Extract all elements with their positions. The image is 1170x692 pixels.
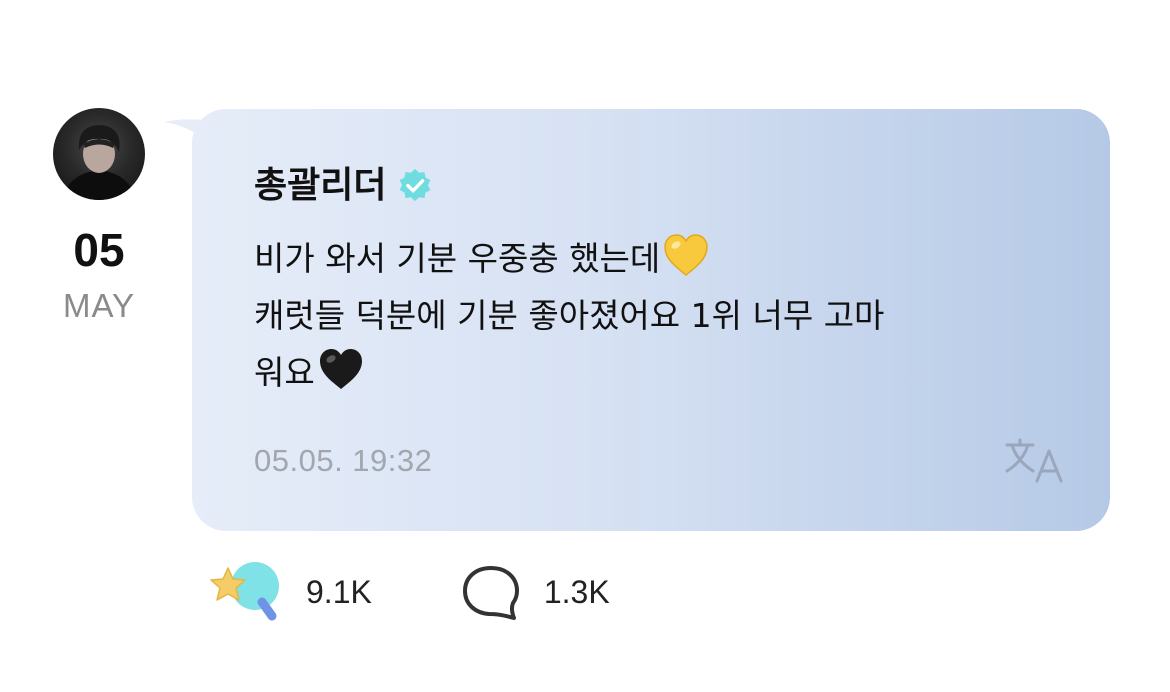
- reaction-bar: 9.1K 1.3K: [206, 560, 610, 624]
- message-line-3-text: 워요: [254, 353, 315, 392]
- avatar[interactable]: [53, 108, 145, 200]
- message-text: 비가 와서 기분 우중충 했는데 캐럿들 덕분에 기분 좋아졌어요 1위 너무 …: [254, 230, 1054, 401]
- author-row: 총괄리더: [254, 164, 434, 208]
- message-line-3: 워요: [254, 344, 1054, 401]
- post-date-month: MAY: [62, 287, 136, 324]
- black-heart-icon: [319, 349, 362, 389]
- yellow-heart-icon: [664, 234, 709, 276]
- comment-button[interactable]: 1.3K: [460, 563, 610, 621]
- like-count: 9.1K: [306, 573, 372, 610]
- like-button[interactable]: 9.1K: [206, 560, 372, 624]
- post-timestamp: 05.05. 19:32: [254, 443, 433, 478]
- message-line-1-text: 비가 와서 기분 우중충 했는데: [254, 239, 661, 278]
- post-date-day: 05: [73, 224, 125, 276]
- message-line-1: 비가 와서 기분 우중충 했는데: [254, 230, 1054, 287]
- verified-badge-icon: [400, 168, 431, 202]
- author-name[interactable]: 총괄리더: [254, 164, 386, 208]
- comment-count: 1.3K: [543, 573, 610, 610]
- lightstick-star-icon: [210, 562, 279, 621]
- translate-icon[interactable]: [1003, 437, 1067, 485]
- message-line-2: 캐럿들 덕분에 기분 좋아졌어요 1위 너무 고마: [254, 296, 885, 335]
- avatar-image: [63, 125, 135, 200]
- comment-bubble-icon: [462, 566, 519, 620]
